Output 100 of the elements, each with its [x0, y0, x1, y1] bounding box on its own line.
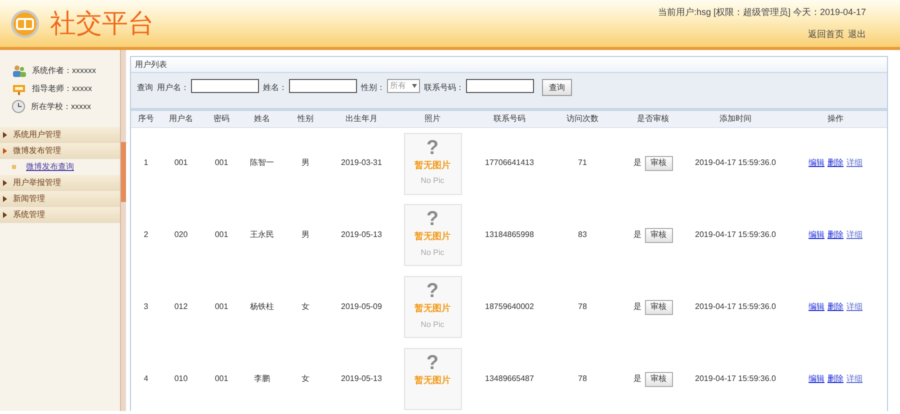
placeholder-caption: 暂无图片: [414, 374, 450, 387]
submenu-link[interactable]: 微博发布查询: [26, 161, 74, 173]
input-field[interactable]: [289, 79, 357, 93]
site-title: 社交平台: [50, 8, 154, 40]
table-cell: 2019-03-31: [329, 127, 394, 199]
table-cell-text: 4: [142, 373, 150, 385]
field-label: 用户名：: [157, 82, 189, 94]
table-cell-text: 83: [577, 229, 588, 241]
table-cell: 001: [161, 127, 201, 199]
column-header: 是否审核: [617, 111, 689, 127]
field-label: 性别：: [361, 82, 385, 94]
table-cell-text: 李鹏: [253, 373, 271, 385]
table-cell-text: 2019-04-17 15:59:36.0: [694, 301, 777, 313]
column-header: 出生年月: [329, 111, 394, 127]
table-cell-text: 王永民: [249, 229, 275, 241]
placeholder-caption: 暂无图片: [414, 158, 450, 172]
audit-button[interactable]: 审核: [644, 156, 672, 171]
menu-item[interactable]: 新闻管理: [0, 191, 120, 207]
column-header: 操作: [782, 111, 887, 127]
action-link[interactable]: 详细: [846, 301, 862, 313]
table-cell: 男: [282, 127, 329, 199]
people-icon: [12, 64, 26, 76]
table-cell-text: 020: [173, 229, 189, 241]
table-cell-text: 2019-05-09: [340, 301, 383, 313]
placeholder-subtext: No Pic: [420, 318, 444, 330]
action-link[interactable]: 编辑: [808, 229, 824, 241]
column-header: 序号: [131, 111, 161, 127]
input-field[interactable]: [466, 79, 534, 93]
action-link[interactable]: 详细: [846, 157, 862, 170]
table-cell-text: 010: [173, 373, 189, 385]
action-link[interactable]: 删除: [828, 157, 844, 170]
dropdown-arrow-icon: [412, 84, 417, 88]
board-icon: [12, 82, 26, 94]
table-cell: 001: [201, 127, 242, 199]
action-link[interactable]: 删除: [828, 301, 844, 313]
action-link[interactable]: 详细: [846, 373, 862, 385]
table-cell: 17706641413: [471, 127, 548, 199]
caret-icon: [3, 196, 7, 202]
action-link[interactable]: 详细: [846, 229, 862, 241]
field-label: 联系号码：: [424, 82, 464, 94]
table-cell-text: 13489665487: [484, 373, 535, 385]
question-mark: ?: [426, 280, 439, 302]
table-cell-text: 2019-04-17 15:59:36.0: [694, 229, 777, 241]
audit-button[interactable]: 审核: [644, 228, 672, 242]
audit-status: 是: [634, 373, 642, 385]
audit-status: 是: [634, 229, 642, 241]
table-cell-text: 女: [300, 373, 310, 385]
query-label: 查询: [137, 82, 153, 94]
column-header: 姓名: [242, 111, 282, 127]
author-info: 系统作者：xxxxxx: [32, 64, 96, 76]
table-cell: 71: [548, 127, 617, 199]
table-cell-text: 001: [214, 373, 230, 385]
column-header: 联系号码: [471, 111, 548, 127]
placeholder-subtext: No Pic: [420, 246, 444, 258]
search-button[interactable]: 查询: [542, 79, 572, 96]
header-link[interactable]: 退出: [848, 28, 866, 41]
clock-icon: [12, 100, 25, 113]
table-cell-text: 18759640002: [484, 301, 535, 313]
action-link[interactable]: 删除: [828, 373, 844, 385]
table-cell-text: 男: [300, 229, 310, 241]
table-cell-text: 2019-04-17 15:59:36.0: [694, 373, 777, 385]
table-cell-text: 3: [142, 301, 150, 313]
action-link[interactable]: 编辑: [808, 157, 824, 170]
column-header: 添加时间: [689, 111, 782, 127]
input-field[interactable]: [191, 79, 259, 93]
menu-item[interactable]: 系统用户管理: [0, 127, 120, 143]
caret-icon: [3, 212, 7, 218]
author-info: 所在学校：xxxxx: [31, 100, 91, 112]
field-label: 姓名：: [263, 82, 287, 94]
panel-title: 用户列表: [135, 58, 167, 70]
table-cell-text: 001: [214, 301, 230, 313]
audit-button[interactable]: 审核: [644, 300, 672, 314]
placeholder-subtext: No Pic: [420, 175, 444, 187]
column-header: 访问次数: [548, 111, 617, 127]
question-mark: ?: [426, 208, 439, 230]
table-cell-text: 78: [577, 301, 588, 313]
table-cell-text: 2019-05-13: [340, 373, 383, 385]
caret-icon: [3, 132, 7, 138]
user-info: 当前用户:hsg [权限：超级管理员] 今天：2019-04-17: [658, 6, 866, 19]
column-header: 密码: [201, 111, 242, 127]
logo-icon: [10, 8, 40, 38]
menu-item[interactable]: 微博发布管理: [0, 143, 120, 159]
audit-status: 是: [634, 301, 642, 313]
table-cell-text: 012: [173, 301, 189, 313]
table-cell-text: 78: [577, 373, 588, 385]
audit-button[interactable]: 审核: [644, 372, 672, 386]
menu-item[interactable]: 用户举报管理: [0, 175, 120, 191]
action-link[interactable]: 编辑: [808, 301, 824, 313]
table-cell-text: 女: [300, 301, 310, 313]
placeholder-caption: 暂无图片: [414, 230, 450, 243]
table-cell-text: 13184865998: [484, 229, 535, 241]
question-mark: ?: [426, 136, 439, 158]
header-link[interactable]: 返回首页: [808, 28, 844, 41]
action-link[interactable]: 编辑: [808, 373, 824, 385]
table-cell: 2019-04-17 15:59:36.0: [689, 127, 782, 199]
question-mark: ?: [426, 352, 439, 374]
menu-item[interactable]: 系统管理: [0, 207, 120, 223]
action-link[interactable]: 删除: [828, 229, 844, 241]
table-cell-text: 杨铁柱: [249, 301, 275, 313]
table-cell-text: 2: [142, 229, 150, 241]
